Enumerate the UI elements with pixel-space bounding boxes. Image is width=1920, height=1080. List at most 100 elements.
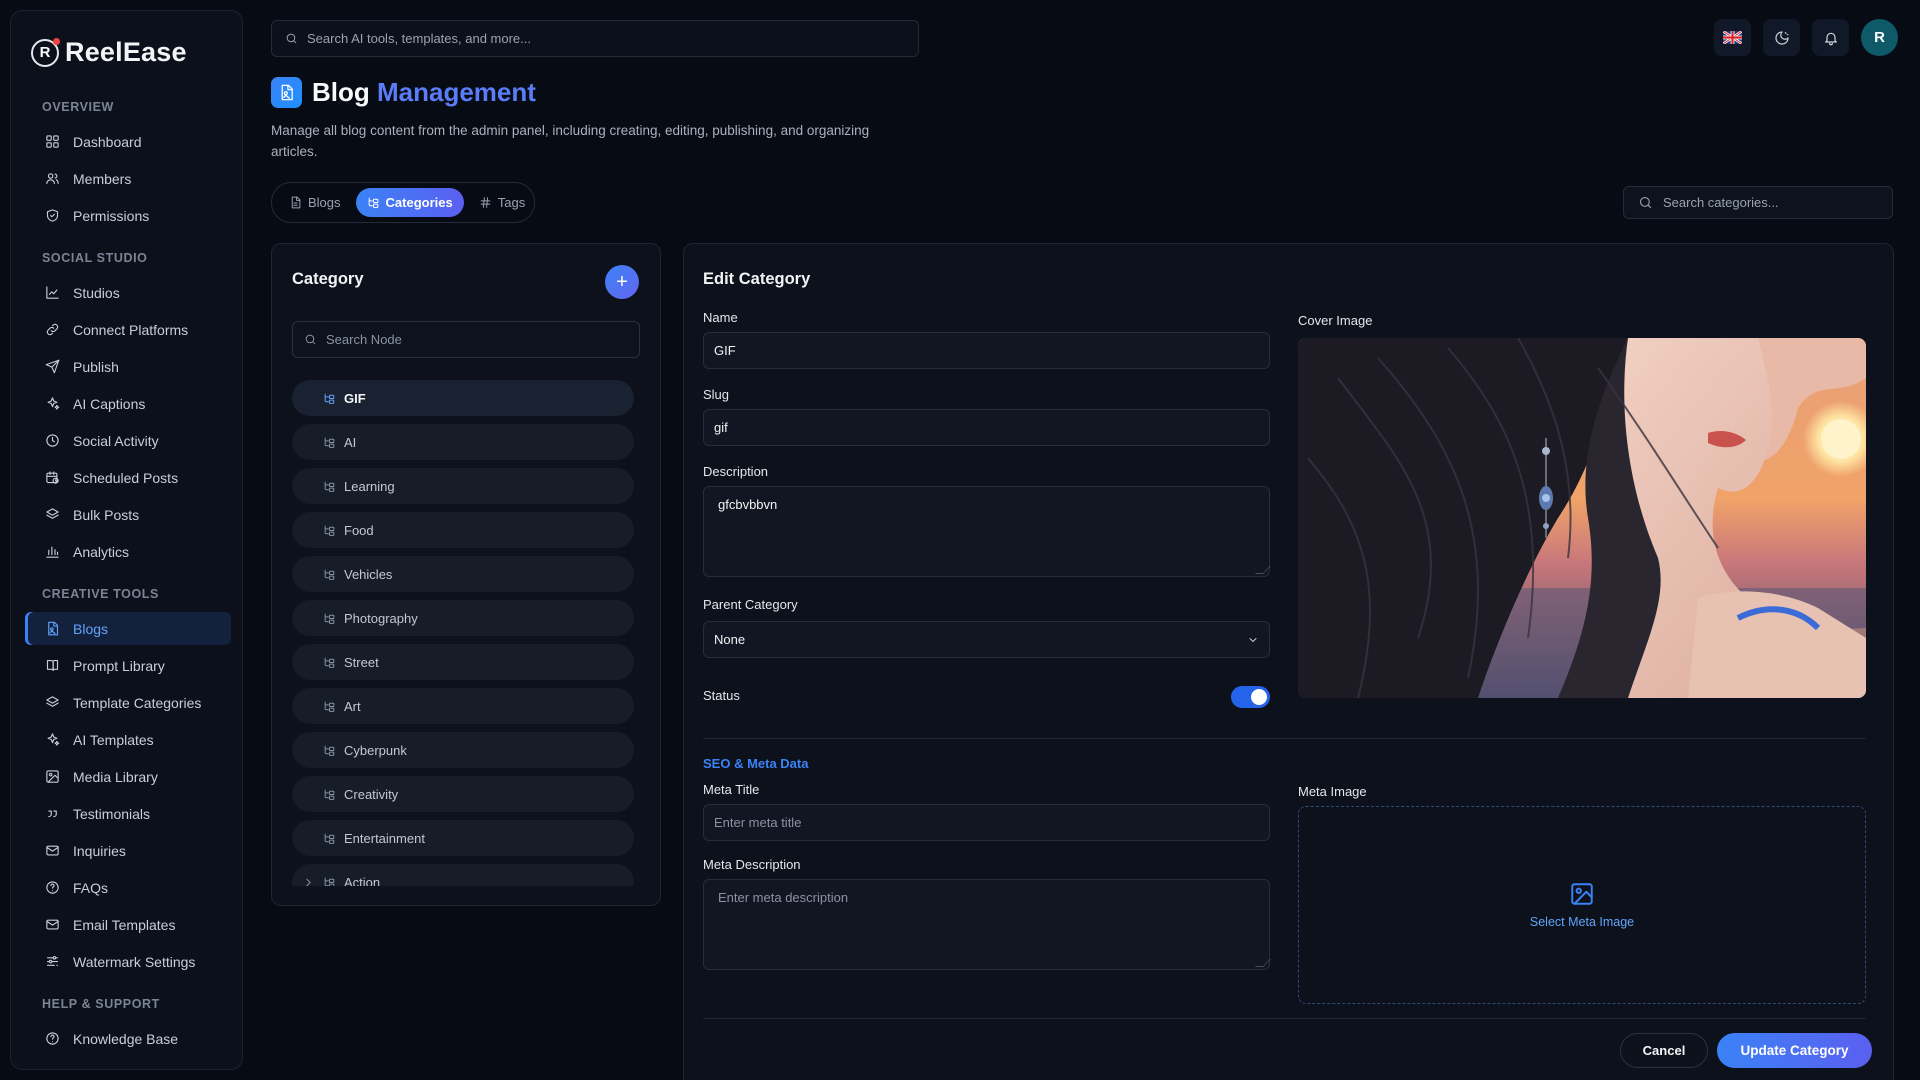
category-item-art[interactable]: Art [292, 688, 634, 724]
category-item-label: Food [344, 522, 374, 538]
send-icon [45, 359, 60, 374]
sidebar-item-scheduled-posts[interactable]: Scheduled Posts [25, 461, 231, 494]
sidebar-item-ai-captions[interactable]: AI Captions [25, 387, 231, 420]
sidebar-item-email-templates[interactable]: Email Templates [25, 908, 231, 941]
category-item-food[interactable]: Food [292, 512, 634, 548]
sidebar-item-label: Analytics [73, 543, 130, 560]
sidebar-item-testimonials[interactable]: Testimonials [25, 797, 231, 830]
sidebar-item-analytics[interactable]: Analytics [25, 535, 231, 568]
app-logo[interactable]: R ReelEase [31, 37, 187, 68]
search-categories-input[interactable]: Search categories... [1623, 186, 1893, 219]
category-item-label: Art [344, 698, 361, 714]
cover-image-label: Cover Image [1298, 313, 1373, 328]
sliders-icon [46, 955, 59, 966]
sidebar-item-bulk-posts[interactable]: Bulk Posts [25, 498, 231, 531]
user-avatar[interactable]: R [1861, 19, 1898, 56]
add-category-button[interactable]: + [605, 265, 639, 299]
sidebar-item-members[interactable]: Members [25, 162, 231, 195]
sidebar-item-blogs[interactable]: Blogs [25, 612, 231, 645]
meta-description-textarea[interactable]: Enter meta description [703, 879, 1271, 970]
category-item-label: Learning [344, 478, 395, 494]
cover-image-illustration [1298, 338, 1866, 698]
category-item-cyberpunk[interactable]: Cyberpunk [292, 732, 634, 768]
category-item-vehicles[interactable]: Vehicles [292, 556, 634, 592]
cover-image[interactable] [1298, 338, 1866, 698]
category-item-ai[interactable]: AI [292, 424, 634, 460]
calendar-clock-icon [46, 471, 59, 484]
category-item-action[interactable]: Action [292, 864, 634, 886]
sidebar-item-label: AI Captions [73, 395, 146, 412]
sidebar-item-ai-templates[interactable]: AI Templates [25, 723, 231, 756]
sidebar-section-title: CREATIVE TOOLS [42, 587, 159, 601]
meta-image-dropzone[interactable]: Select Meta Image [1298, 806, 1866, 1004]
mail-icon [46, 845, 59, 856]
quote-icon [48, 810, 57, 818]
category-node-icon [324, 569, 335, 580]
category-node-icon [324, 437, 335, 448]
tab-blogs[interactable]: Blogs [278, 188, 352, 217]
sidebar-item-dashboard[interactable]: Dashboard [25, 125, 231, 158]
sidebar-item-watermark-settings[interactable]: Watermark Settings [25, 945, 231, 978]
global-search-input[interactable]: Search AI tools, templates, and more... [271, 20, 919, 57]
sidebar-item-knowledge-base[interactable]: Knowledge Base [25, 1022, 231, 1055]
category-item-gif[interactable]: GIF [292, 380, 634, 416]
chevron-right-icon[interactable] [302, 876, 315, 887]
sidebar-item-template-categories[interactable]: Template Categories [25, 686, 231, 719]
parent-category-select[interactable]: None [703, 621, 1270, 658]
sidebar-item-permissions[interactable]: Permissions [25, 199, 231, 232]
sidebar-item-publish[interactable]: Publish [25, 350, 231, 383]
sidebar-item-media-library[interactable]: Media Library [25, 760, 231, 793]
category-node-icon [324, 877, 335, 886]
sidebar-item-prompt-library[interactable]: Prompt Library [25, 649, 231, 682]
sidebar-item-label: Publish [73, 358, 119, 375]
edit-category-panel: Edit Category Name GIF Slug gif Descript… [683, 243, 1894, 1080]
update-category-button[interactable]: Update Category [1717, 1033, 1872, 1068]
sidebar-item-label: Media Library [73, 768, 158, 785]
description-textarea[interactable]: gfcbvbbvn [703, 486, 1271, 577]
theme-toggle-button[interactable] [1763, 19, 1800, 56]
sidebar-item-social-activity[interactable]: Social Activity [25, 424, 231, 457]
sidebar-item-label: Dashboard [73, 133, 142, 150]
sidebar: R ReelEase OVERVIEW Dashboard Members Permi… [10, 10, 243, 1070]
search-node-placeholder: Search Node [326, 332, 402, 347]
category-item-learning[interactable]: Learning [292, 468, 634, 504]
uk-flag-icon [1723, 31, 1742, 44]
tab-tags[interactable]: Tags [468, 188, 536, 217]
tab-categories[interactable]: Categories [355, 188, 464, 217]
category-item-street[interactable]: Street [292, 644, 634, 680]
sidebar-item-label: Testimonials [73, 805, 151, 822]
slug-input[interactable]: gif [703, 409, 1270, 446]
category-node-icon [324, 481, 335, 492]
category-item-entertainment[interactable]: Entertainment [292, 820, 634, 856]
tree-icon [368, 197, 378, 208]
search-categories-placeholder: Search categories... [1663, 195, 1779, 210]
language-button[interactable] [1714, 19, 1751, 56]
name-label: Name [703, 310, 738, 325]
category-item-photography[interactable]: Photography [292, 600, 634, 636]
category-item-label: AI [344, 434, 357, 450]
content-tabs: Blogs Categories Tags [271, 182, 535, 223]
sidebar-item-inquiries[interactable]: Inquiries [25, 834, 231, 867]
sidebar-item-faqs[interactable]: FAQs [25, 871, 231, 904]
sidebar-item-studios[interactable]: Studios [25, 276, 231, 309]
meta-title-input[interactable]: Enter meta title [703, 804, 1270, 841]
sidebar-item-connect-platforms[interactable]: Connect Platforms [25, 313, 231, 346]
moon-sun-icon [1774, 30, 1789, 45]
category-item-label: Photography [344, 610, 418, 626]
sparkles-icon [47, 397, 60, 410]
cancel-button[interactable]: Cancel [1620, 1033, 1708, 1068]
category-node-icon [324, 745, 335, 756]
category-item-creativity[interactable]: Creativity [292, 776, 634, 812]
sidebar-item-label: Inquiries [73, 842, 126, 859]
page-title: Blog Management [312, 77, 536, 107]
status-toggle[interactable] [1231, 686, 1270, 708]
category-node-icon [324, 613, 335, 624]
search-icon [305, 334, 316, 345]
search-node-input[interactable]: Search Node [292, 321, 640, 358]
category-node-icon [324, 657, 335, 668]
sidebar-item-label: AI Templates [73, 731, 154, 748]
sidebar-item-label: Prompt Library [73, 657, 165, 674]
name-input[interactable]: GIF [703, 332, 1270, 369]
sidebar-item-label: Knowledge Base [73, 1030, 179, 1047]
notifications-button[interactable] [1812, 19, 1849, 56]
